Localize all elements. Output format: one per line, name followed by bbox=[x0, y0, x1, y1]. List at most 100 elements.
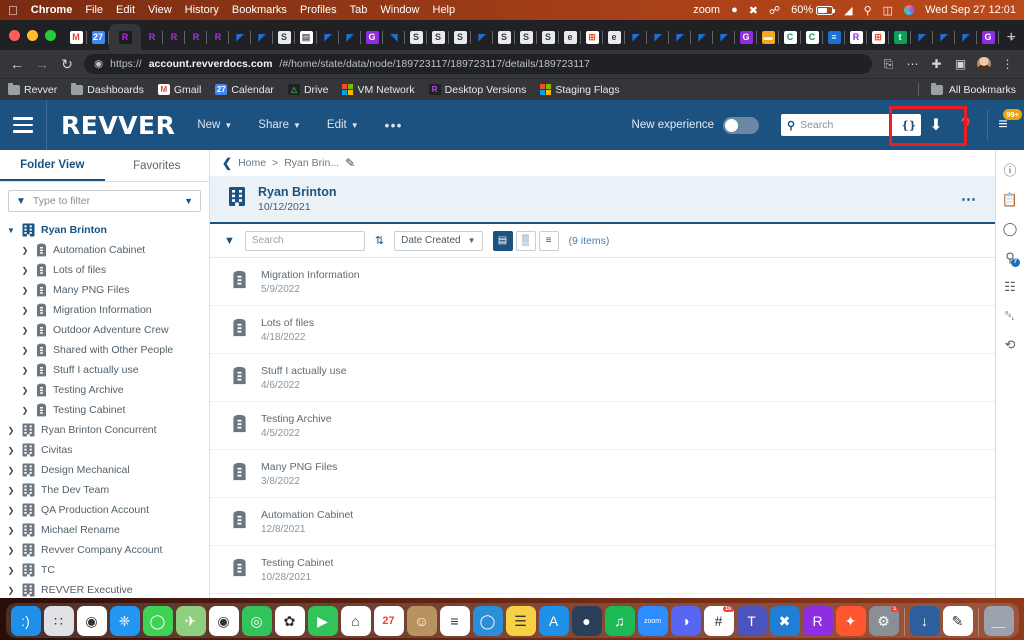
workflow-calendar-icon[interactable]: ☷ bbox=[1004, 280, 1016, 293]
menu-item-tab[interactable]: Tab bbox=[350, 4, 368, 16]
browser-tab[interactable]: ≡ bbox=[823, 25, 845, 50]
maximize-window-button[interactable] bbox=[45, 29, 56, 41]
bookmark-item[interactable]: Revver bbox=[8, 82, 57, 96]
dock-app-revver[interactable]: R bbox=[802, 606, 833, 636]
info-icon[interactable]: ⓘ bbox=[1003, 164, 1016, 177]
bookmark-item[interactable]: Dashboards bbox=[71, 82, 144, 96]
zoom-meeting-icon[interactable]: ● bbox=[731, 4, 738, 16]
browser-tab[interactable]: ▬ bbox=[757, 25, 779, 50]
tree-node[interactable]: ❯ Shared with Other People bbox=[0, 340, 209, 360]
dock-app-trash[interactable]: ＿ bbox=[983, 606, 1014, 636]
file-row[interactable]: Lots of files 4/18/2022 bbox=[210, 306, 995, 354]
dock-app-find-my[interactable]: ◎ bbox=[241, 606, 272, 636]
chevron-right-icon[interactable]: ❯ bbox=[20, 366, 30, 375]
browser-tab[interactable]: S bbox=[537, 25, 559, 50]
chevron-right-icon[interactable]: ❯ bbox=[6, 566, 16, 575]
breadcrumb-current[interactable]: Ryan Brin... bbox=[284, 157, 339, 169]
dock-app-facetime[interactable]: ▶ bbox=[307, 606, 338, 636]
dock-app-maps[interactable]: ✈ bbox=[175, 606, 206, 636]
list-filter-icon[interactable]: ▼ bbox=[224, 235, 235, 247]
browser-tab[interactable]: S bbox=[493, 25, 515, 50]
siri-icon[interactable] bbox=[904, 5, 915, 15]
dock-app-app-store[interactable]: A bbox=[538, 606, 569, 636]
dock-app-safari[interactable]: ❈ bbox=[109, 606, 140, 636]
tree-node[interactable]: ❯ Ryan Brinton Concurrent bbox=[0, 420, 209, 440]
browser-tab[interactable]: ⊞ bbox=[581, 25, 603, 50]
browser-tab[interactable]: ◤ bbox=[955, 25, 977, 50]
browser-tab[interactable]: ◥ bbox=[383, 25, 405, 50]
tree-node[interactable]: ❯ Migration Information bbox=[0, 300, 209, 320]
browser-tab[interactable]: ◤ bbox=[339, 25, 361, 50]
browser-tab[interactable]: S bbox=[427, 25, 449, 50]
page-overflow-menu[interactable]: ⋯ bbox=[961, 190, 977, 208]
menu-item-edit[interactable]: Edit bbox=[116, 4, 135, 16]
chevron-right-icon[interactable]: ❯ bbox=[6, 526, 16, 535]
browser-tab[interactable]: G bbox=[361, 25, 383, 50]
tree-node[interactable]: ❯ Many PNG Files bbox=[0, 280, 209, 300]
new-experience-toggle[interactable] bbox=[723, 116, 759, 134]
menu-item-file[interactable]: File bbox=[85, 4, 103, 16]
browser-tab[interactable]: S bbox=[273, 25, 295, 50]
tree-node[interactable]: ❯ Outdoor Adventure Crew bbox=[0, 320, 209, 340]
tree-node[interactable]: ❯ QA Production Account bbox=[0, 500, 209, 520]
view-grid-button[interactable]: ▒ bbox=[515, 230, 536, 251]
clock-datetime[interactable]: Wed Sep 27 12:01 bbox=[925, 4, 1016, 16]
browser-tab[interactable]: ◤ bbox=[251, 25, 273, 50]
dock-app-steam[interactable]: ● bbox=[571, 606, 602, 636]
dock-app-settings[interactable]: ⚙ 1 bbox=[868, 606, 899, 636]
chevron-down-icon[interactable]: ▼ bbox=[184, 196, 193, 206]
dock-app-textedit[interactable]: ✎ bbox=[942, 606, 973, 636]
browser-tab[interactable]: M bbox=[65, 25, 87, 50]
dock-app-microsoft-teams[interactable]: T bbox=[736, 606, 767, 636]
browser-tab[interactable]: S bbox=[449, 25, 471, 50]
chevron-right-icon[interactable]: ❯ bbox=[20, 286, 30, 295]
browser-tab[interactable]: R bbox=[109, 24, 141, 50]
dock-app-zoom[interactable]: zoom bbox=[637, 606, 668, 636]
dock-app-slack[interactable]: #10 bbox=[703, 606, 734, 636]
menu-new-button[interactable]: New ▼ bbox=[197, 119, 232, 131]
tree-node[interactable]: ❯ Testing Cabinet bbox=[0, 400, 209, 420]
dock-app-google-maps[interactable]: ◉ bbox=[208, 606, 239, 636]
browser-tab[interactable]: ◤ bbox=[647, 25, 669, 50]
browser-tab[interactable]: t bbox=[889, 25, 911, 50]
chevron-right-icon[interactable]: ❯ bbox=[20, 266, 30, 275]
breadcrumb-home-link[interactable]: Home bbox=[238, 157, 266, 169]
profile-avatar[interactable] bbox=[977, 57, 991, 71]
file-row[interactable]: Automation Cabinet 12/8/2021 bbox=[210, 498, 995, 546]
back-button[interactable]: ← bbox=[9, 57, 25, 71]
bookmark-item[interactable]: Staging Flags bbox=[540, 84, 620, 96]
dock-app-contacts[interactable]: ☺ bbox=[406, 606, 437, 636]
browser-tab[interactable]: G bbox=[977, 25, 999, 50]
browser-tab[interactable]: ◤ bbox=[669, 25, 691, 50]
spotlight-search-icon[interactable]: ⚲ bbox=[864, 4, 872, 17]
menu-item-help[interactable]: Help bbox=[433, 4, 456, 16]
chevron-right-icon[interactable]: ❯ bbox=[20, 306, 30, 315]
site-info-icon[interactable]: ◉ bbox=[94, 58, 103, 70]
chevron-down-icon[interactable]: ▼ bbox=[6, 226, 16, 235]
browser-tab[interactable]: C bbox=[779, 25, 801, 50]
dock-app-jira[interactable]: ✦ bbox=[835, 606, 866, 636]
view-list-button[interactable]: ▤ bbox=[492, 230, 513, 251]
browser-tab[interactable]: S bbox=[515, 25, 537, 50]
browser-tab[interactable]: e bbox=[559, 25, 581, 50]
dock-app-downloads-stack[interactable]: ↓ bbox=[909, 606, 940, 636]
mic-muted-icon[interactable]: ✖ bbox=[749, 4, 758, 17]
browser-tab[interactable]: e bbox=[603, 25, 625, 50]
file-row[interactable]: Migration Information 5/9/2022 bbox=[210, 258, 995, 306]
browser-tab[interactable]: ◤ bbox=[229, 25, 251, 50]
chevron-right-icon[interactable]: ❯ bbox=[20, 326, 30, 335]
side-panel-icon[interactable]: ▣ bbox=[953, 57, 968, 71]
file-row[interactable]: Testing Cabinet 10/28/2021 bbox=[210, 546, 995, 594]
file-row[interactable]: Many PNG Files 3/8/2022 bbox=[210, 450, 995, 498]
wifi-icon[interactable]: ◢ bbox=[844, 4, 852, 17]
tab-favorites[interactable]: Favorites bbox=[105, 150, 210, 181]
browser-tab[interactable]: R bbox=[141, 25, 163, 50]
tab-search-chevron-icon[interactable]: ⌄ bbox=[1008, 32, 1016, 43]
dock-app-photos[interactable]: ✿ bbox=[274, 606, 305, 636]
chevron-right-icon[interactable]: ❯ bbox=[20, 406, 30, 415]
dock-app-spotify[interactable]: ♫ bbox=[604, 606, 635, 636]
tree-node[interactable]: ❯ Civitas bbox=[0, 440, 209, 460]
dock-app-finder[interactable]: :) bbox=[10, 606, 41, 636]
tree-node[interactable]: ❯ Stuff I actually use bbox=[0, 360, 209, 380]
menu-item-profiles[interactable]: Profiles bbox=[300, 4, 337, 16]
